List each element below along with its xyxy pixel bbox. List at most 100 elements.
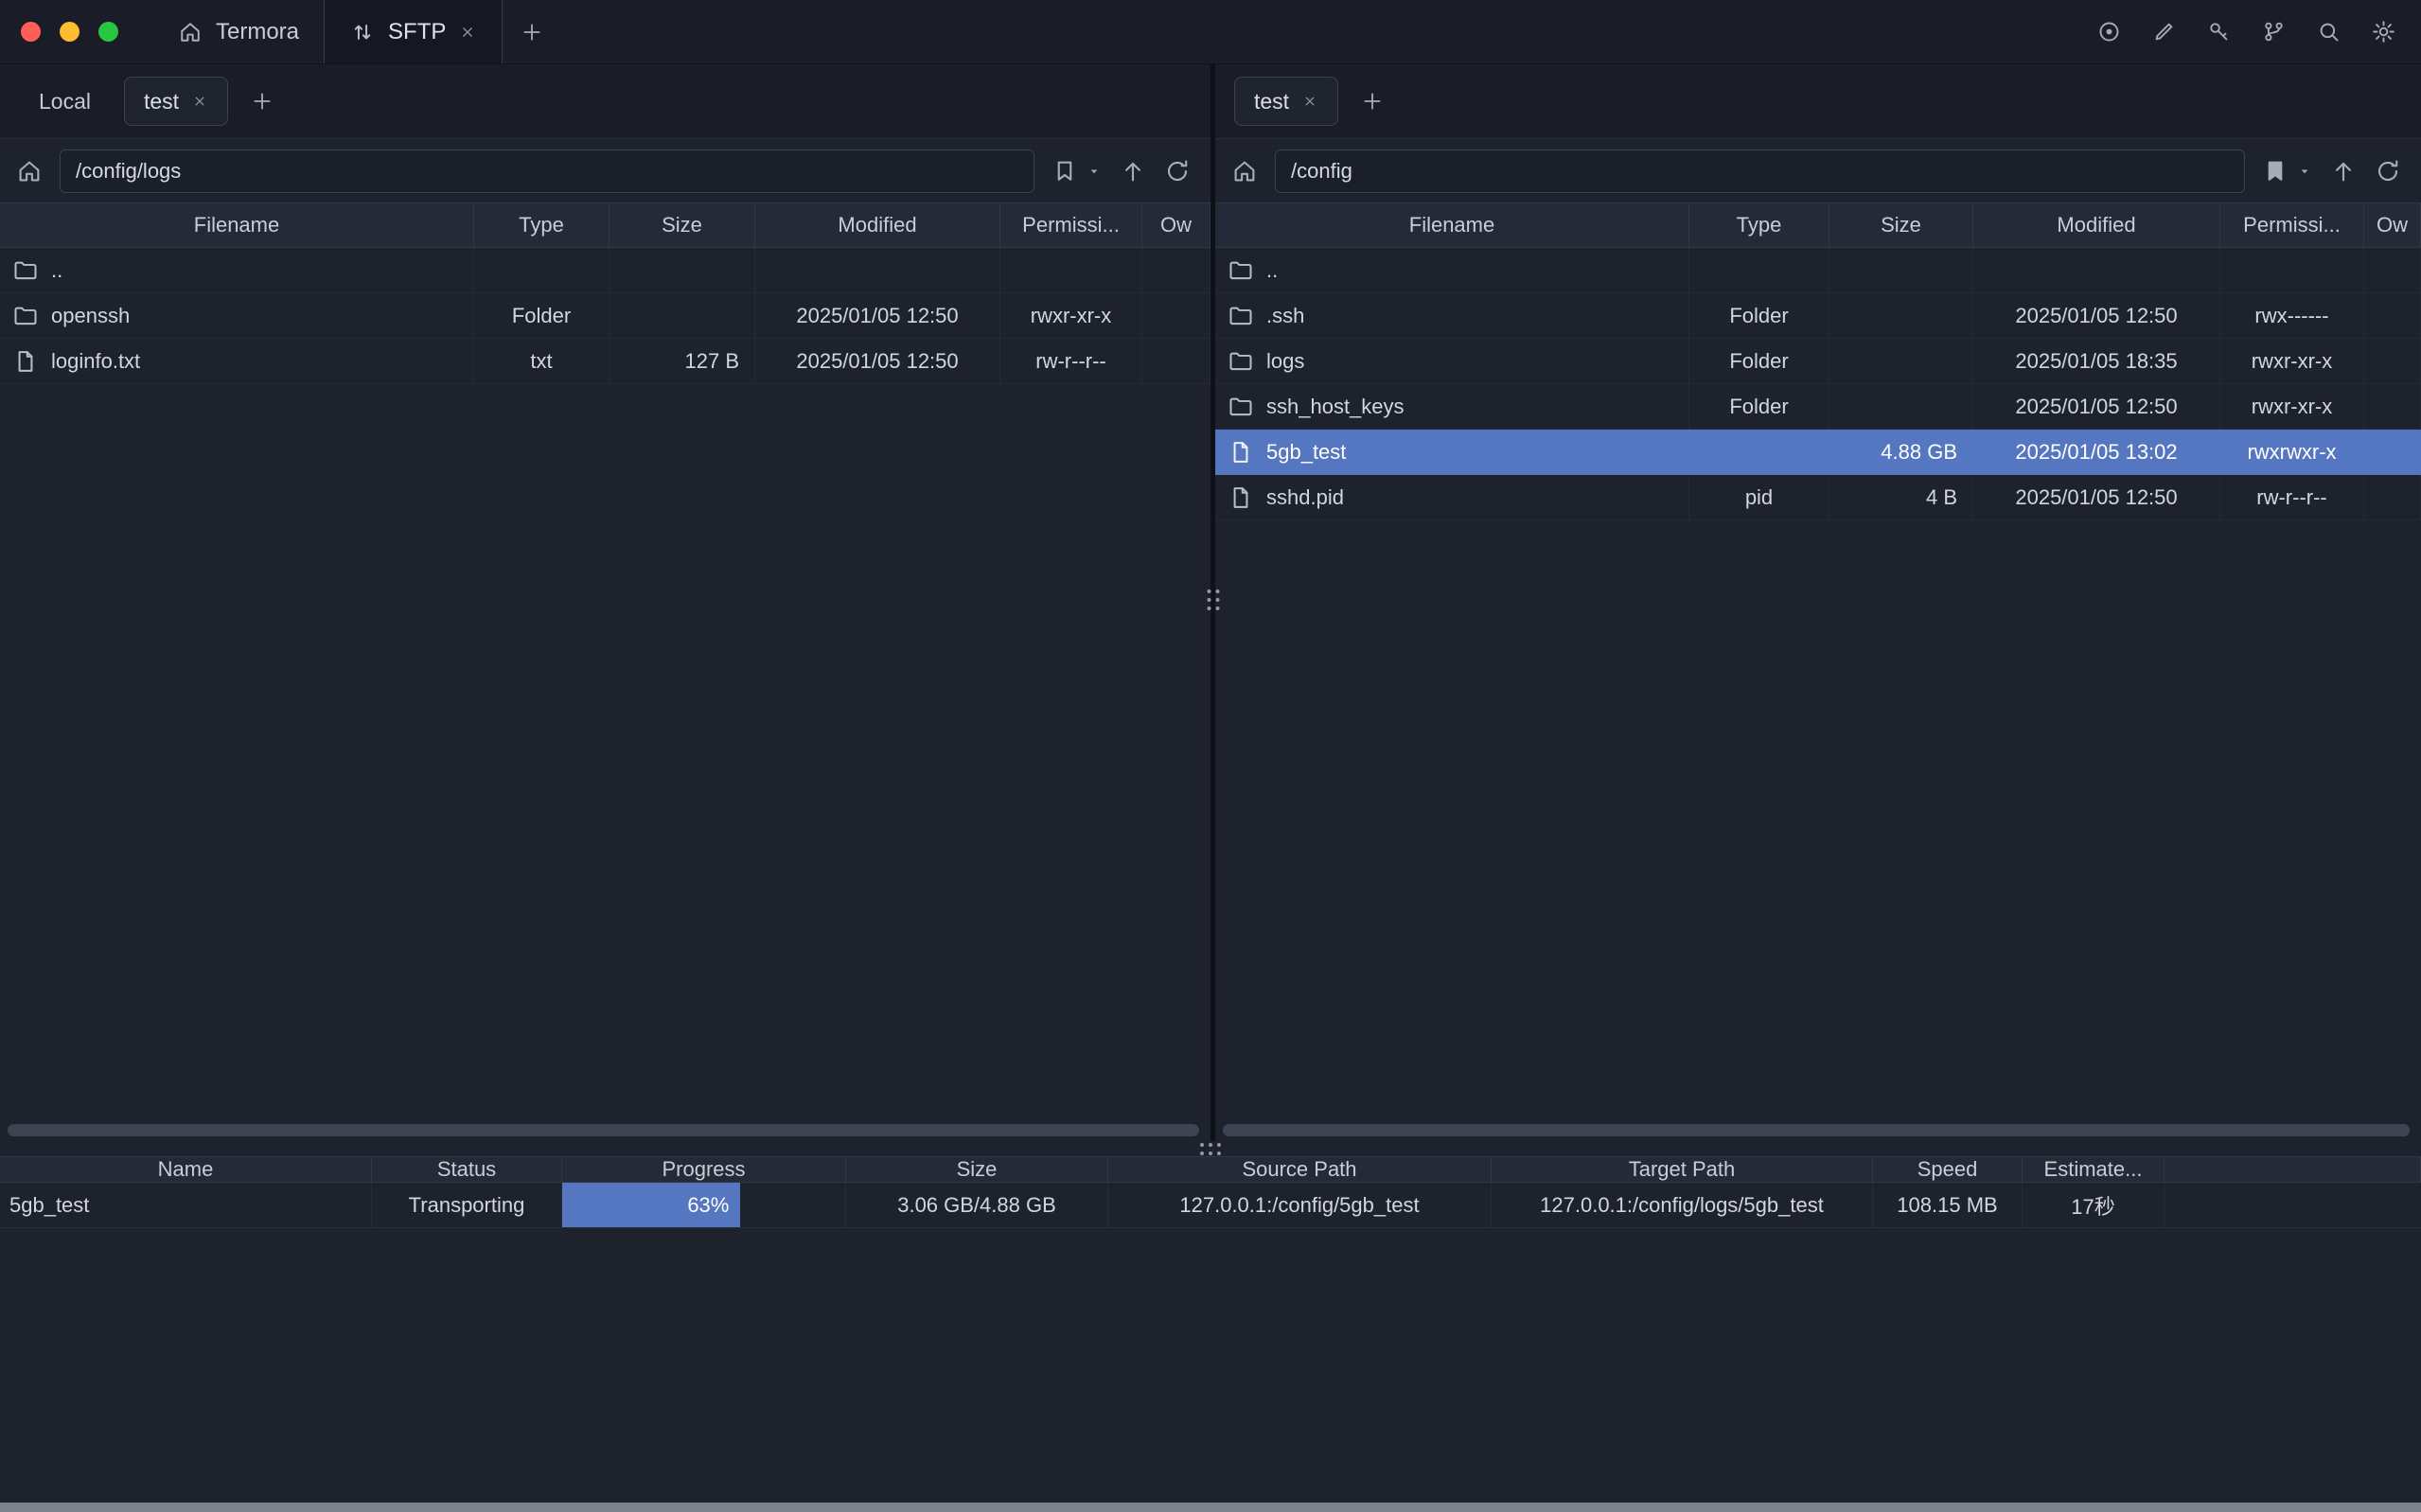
new-tab-button[interactable] xyxy=(503,0,561,63)
file-owner xyxy=(2364,248,2421,293)
source-control-branch-icon[interactable] xyxy=(2261,19,2287,44)
refresh-icon[interactable] xyxy=(2374,157,2402,185)
file-owner xyxy=(1142,293,1210,339)
app-window: Termora SFTP xyxy=(0,0,2421,1512)
file-owner xyxy=(1142,248,1210,293)
column-header-modified[interactable]: Modified xyxy=(1973,203,2220,247)
add-tab-button[interactable] xyxy=(241,80,283,122)
column-header-target-path[interactable]: Target Path xyxy=(1492,1157,1873,1182)
file-size xyxy=(1829,248,1973,293)
horizontal-scrollbar[interactable] xyxy=(1223,1124,2410,1136)
close-tab-icon[interactable] xyxy=(1301,93,1318,110)
column-header-estimate[interactable]: Estimate... xyxy=(2023,1157,2165,1182)
home-icon[interactable] xyxy=(1230,157,1259,185)
add-tab-button[interactable] xyxy=(1352,80,1393,122)
file-row-parent[interactable]: .. xyxy=(1215,248,2421,293)
column-header-type[interactable]: Type xyxy=(1689,203,1829,247)
tab-local[interactable]: Local xyxy=(19,77,111,126)
file-icon xyxy=(12,348,39,375)
column-header-size[interactable]: Size xyxy=(610,203,755,247)
splitter-grip[interactable] xyxy=(1200,1143,1221,1155)
tab-sftp-label: SFTP xyxy=(388,19,446,45)
file-row-loginfo[interactable]: loginfo.txt txt 127 B 2025/01/05 12:50 r… xyxy=(0,339,1210,384)
filename: openssh xyxy=(51,304,130,328)
file-row-ssh[interactable]: .ssh Folder 2025/01/05 12:50 rwx------ xyxy=(1215,293,2421,339)
file-owner xyxy=(2364,339,2421,384)
folder-icon xyxy=(12,303,39,329)
file-row-ssh-host-keys[interactable]: ssh_host_keys Folder 2025/01/05 12:50 rw… xyxy=(1215,384,2421,430)
path-input[interactable] xyxy=(60,149,1034,193)
file-modified: 2025/01/05 12:50 xyxy=(1973,475,2220,520)
filename: ssh_host_keys xyxy=(1266,395,1405,419)
settings-gear-icon[interactable] xyxy=(2371,19,2396,44)
file-type: Folder xyxy=(474,293,610,339)
home-icon[interactable] xyxy=(15,157,44,185)
column-header-filename[interactable]: Filename xyxy=(0,203,474,247)
file-row-sshd-pid[interactable]: sshd.pid pid 4 B 2025/01/05 12:50 rw-r--… xyxy=(1215,475,2421,520)
column-header-speed[interactable]: Speed xyxy=(1873,1157,2023,1182)
file-size xyxy=(610,248,755,293)
file-row-5gb-test-selected[interactable]: 5gb_test 4.88 GB 2025/01/05 13:02 rwxrwx… xyxy=(1215,430,2421,475)
close-tab-icon[interactable] xyxy=(191,93,208,110)
folder-icon xyxy=(12,257,39,284)
tab-test-right[interactable]: test xyxy=(1234,77,1338,126)
column-header-status[interactable]: Status xyxy=(372,1157,562,1182)
column-header-filename[interactable]: Filename xyxy=(1215,203,1689,247)
file-type: Folder xyxy=(1689,293,1829,339)
close-tab-icon[interactable] xyxy=(458,23,477,42)
file-permissions xyxy=(2220,248,2364,293)
column-header-permissions[interactable]: Permissi... xyxy=(1000,203,1142,247)
column-header-source-path[interactable]: Source Path xyxy=(1108,1157,1492,1182)
transfers-splitter[interactable] xyxy=(0,1141,2421,1156)
tab-test-left[interactable]: test xyxy=(124,77,228,126)
file-size xyxy=(610,293,755,339)
file-size xyxy=(1829,339,1973,384)
column-header-size[interactable]: Size xyxy=(1829,203,1973,247)
file-type xyxy=(1689,248,1829,293)
file-size xyxy=(1829,384,1973,430)
chevron-down-icon[interactable] xyxy=(2296,163,2313,180)
column-header-modified[interactable]: Modified xyxy=(755,203,1000,247)
key-icon[interactable] xyxy=(2206,19,2232,44)
column-header-progress[interactable]: Progress xyxy=(562,1157,846,1182)
filename: .. xyxy=(51,258,62,283)
bookmark-icon[interactable] xyxy=(1051,157,1079,185)
column-header-size[interactable]: Size xyxy=(846,1157,1108,1182)
search-icon[interactable] xyxy=(2316,19,2341,44)
zoom-window-button[interactable] xyxy=(98,22,118,42)
file-row-openssh[interactable]: openssh Folder 2025/01/05 12:50 rwxr-xr-… xyxy=(0,293,1210,339)
file-row-parent[interactable]: .. xyxy=(0,248,1210,293)
column-header-owner[interactable]: Ow xyxy=(1142,203,1210,247)
column-header-name[interactable]: Name xyxy=(0,1157,372,1182)
right-pane: test xyxy=(1215,64,2421,1141)
horizontal-scrollbar[interactable] xyxy=(8,1124,1199,1136)
transfer-row-5gb-test[interactable]: 5gb_test Transporting 63% 3.06 GB/4.88 G… xyxy=(0,1183,2421,1228)
column-header-owner[interactable]: Ow xyxy=(2364,203,2421,247)
window-controls xyxy=(0,0,152,63)
parent-directory-icon[interactable] xyxy=(1119,157,1147,185)
transfer-source-path: 127.0.0.1:/config/5gb_test xyxy=(1108,1183,1492,1228)
file-row-logs[interactable]: logs Folder 2025/01/05 18:35 rwxr-xr-x xyxy=(1215,339,2421,384)
filename: .ssh xyxy=(1266,304,1304,328)
tab-termora[interactable]: Termora xyxy=(152,0,324,63)
minimize-window-button[interactable] xyxy=(60,22,80,42)
sftp-dual-panes: Local test xyxy=(0,64,2421,1141)
path-input[interactable] xyxy=(1275,149,2245,193)
record-icon[interactable] xyxy=(2096,19,2122,44)
column-header-filler xyxy=(2165,1157,2421,1182)
folder-icon xyxy=(1228,348,1254,375)
close-window-button[interactable] xyxy=(21,22,41,42)
bookmark-filled-icon[interactable] xyxy=(2261,157,2289,185)
file-owner xyxy=(2364,475,2421,520)
column-header-permissions[interactable]: Permissi... xyxy=(2220,203,2364,247)
tab-sftp[interactable]: SFTP xyxy=(324,0,503,63)
tab-local-label: Local xyxy=(39,89,91,114)
chevron-down-icon[interactable] xyxy=(1086,163,1103,180)
refresh-icon[interactable] xyxy=(1163,157,1192,185)
column-header-type[interactable]: Type xyxy=(474,203,610,247)
titlebar-spacer xyxy=(561,0,2096,63)
parent-directory-icon[interactable] xyxy=(2329,157,2358,185)
file-type: Folder xyxy=(1689,384,1829,430)
edit-pencil-icon[interactable] xyxy=(2151,19,2177,44)
file-type xyxy=(1689,430,1829,475)
